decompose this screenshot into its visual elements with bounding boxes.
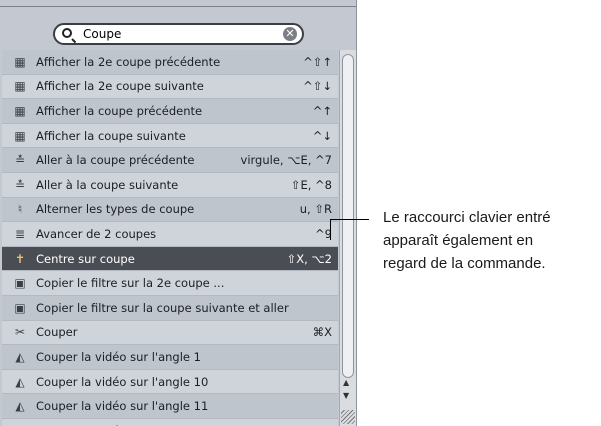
- command-label: Aller à la coupe suivante: [36, 177, 179, 192]
- command-icon: ≛: [14, 153, 26, 168]
- command-row[interactable]: ✂ Couper ⌘X: [2, 320, 338, 346]
- command-row[interactable]: ≣ Avancer de 2 coupes ^9: [2, 222, 338, 247]
- command-list: ▦ Afficher la 2e coupe précédente ^⇧↑ ▦ Affi…: [2, 50, 338, 426]
- search-field[interactable]: ✕: [53, 23, 304, 45]
- command-label: Centre sur coupe: [36, 251, 135, 266]
- command-icon: ✝: [14, 251, 26, 266]
- callout-leader-line: [330, 219, 369, 240]
- command-shortcut: ^⇧↓: [303, 79, 332, 94]
- command-label: Couper la vidéo sur l'angle 1: [36, 349, 201, 364]
- command-shortcut: ⌘X: [312, 325, 332, 340]
- command-icon: ◭: [15, 374, 25, 389]
- panel-top-divider: [0, 6, 356, 7]
- command-row[interactable]: ≛ Aller à la coupe suivante ⇧E, ^8: [2, 172, 338, 198]
- command-row[interactable]: ◭ Couper la vidéo sur l'angle 1: [2, 345, 338, 370]
- search-input[interactable]: [83, 26, 271, 42]
- command-row[interactable]: ▣ Copier le filtre sur la coupe suivante …: [2, 295, 338, 321]
- command-row[interactable]: ▦ Afficher la coupe précédente ^↑: [2, 99, 338, 124]
- scroll-up-arrow-icon[interactable]: ▲: [343, 378, 349, 387]
- callout-line-3: regard de la commande.: [383, 255, 546, 272]
- command-row[interactable]: ▦ Afficher la 2e coupe précédente ^⇧↑: [2, 50, 338, 75]
- command-icon: ◭: [15, 349, 25, 364]
- callout-line-1: Le raccourci clavier entré: [383, 209, 551, 226]
- command-row[interactable]: ◭ Couper la vidéo sur l'angle 10: [2, 369, 338, 395]
- command-icon: ≣: [14, 226, 26, 241]
- command-icon: ▦: [14, 54, 26, 69]
- command-label: Copier le filtre sur la 2e coupe ...: [36, 276, 225, 291]
- command-label: Afficher la 2e coupe précédente: [36, 54, 221, 69]
- command-row[interactable]: ▦ Afficher la 2e coupe suivante ^⇧↓: [2, 74, 338, 100]
- command-icon: ≛: [14, 177, 26, 192]
- command-shortcut: u, ⇧R: [299, 202, 332, 217]
- command-label: Alterner les types de coupe: [36, 202, 195, 217]
- command-label: Couper la vidéo sur l'angle 10: [36, 374, 209, 389]
- command-label: Couper: [36, 325, 78, 340]
- command-list-panel: ✕ ▦ Afficher la 2e coupe précédente ^⇧↑ ▦ Af…: [0, 0, 357, 426]
- command-icon: ▣: [14, 276, 26, 291]
- command-label: Afficher la coupe suivante: [36, 128, 186, 143]
- command-shortcut: ^⇧↑: [303, 54, 332, 69]
- command-shortcut: ^↓: [312, 128, 332, 143]
- command-label: Afficher la 2e coupe suivante: [36, 79, 204, 94]
- command-row[interactable]: ◭Couper la vidéo sur l'angle 12: [2, 418, 338, 426]
- command-label: Aller à la coupe précédente: [36, 153, 195, 168]
- scroll-thumb[interactable]: [342, 54, 354, 378]
- command-label: Couper la vidéo sur l'angle 11: [36, 399, 209, 414]
- command-icon: ▦: [14, 79, 26, 94]
- callout-line-2: apparaît également en: [383, 232, 534, 249]
- command-row[interactable]: ✝ Centre sur coupe ⇧X, ⌥2: [2, 246, 338, 272]
- resize-grip-icon[interactable]: [341, 410, 355, 424]
- command-label: Copier le filtre sur la coupe suivante e…: [36, 300, 289, 315]
- command-shortcut: virgule, ⌥E, ^7: [240, 153, 332, 168]
- command-shortcut: ⇧E, ^8: [290, 177, 332, 192]
- command-icon: ▣: [14, 300, 26, 315]
- command-row[interactable]: ▦ Afficher la coupe suivante ^↓: [2, 123, 338, 149]
- callout-annotation: Le raccourci clavier entré apparaît égal…: [383, 206, 601, 275]
- command-shortcut: ⇧X, ⌥2: [286, 251, 332, 266]
- command-row[interactable]: ≛ Aller à la coupe précédente virgule, ⌥E,…: [2, 148, 338, 173]
- clear-circle-icon[interactable]: ✕: [283, 27, 297, 41]
- command-shortcut: ^↑: [312, 103, 332, 118]
- command-icon: ▦: [14, 103, 26, 118]
- command-icon: ◭: [15, 399, 25, 414]
- command-label: Afficher la coupe précédente: [36, 103, 203, 118]
- command-icon: ▦: [14, 128, 26, 143]
- command-icon: ✂: [14, 325, 26, 340]
- command-row[interactable]: ◭ Couper la vidéo sur l'angle 11: [2, 394, 338, 419]
- command-row[interactable]: ♮ Alterner les types de coupe u, ⇧R: [2, 197, 338, 223]
- command-icon: ♮: [17, 202, 23, 217]
- scroll-down-arrow-icon[interactable]: ▼: [343, 391, 349, 400]
- command-label: Avancer de 2 coupes: [36, 226, 157, 241]
- search-icon: [62, 28, 72, 38]
- command-row[interactable]: ▣ Copier le filtre sur la 2e coupe ...: [2, 271, 338, 296]
